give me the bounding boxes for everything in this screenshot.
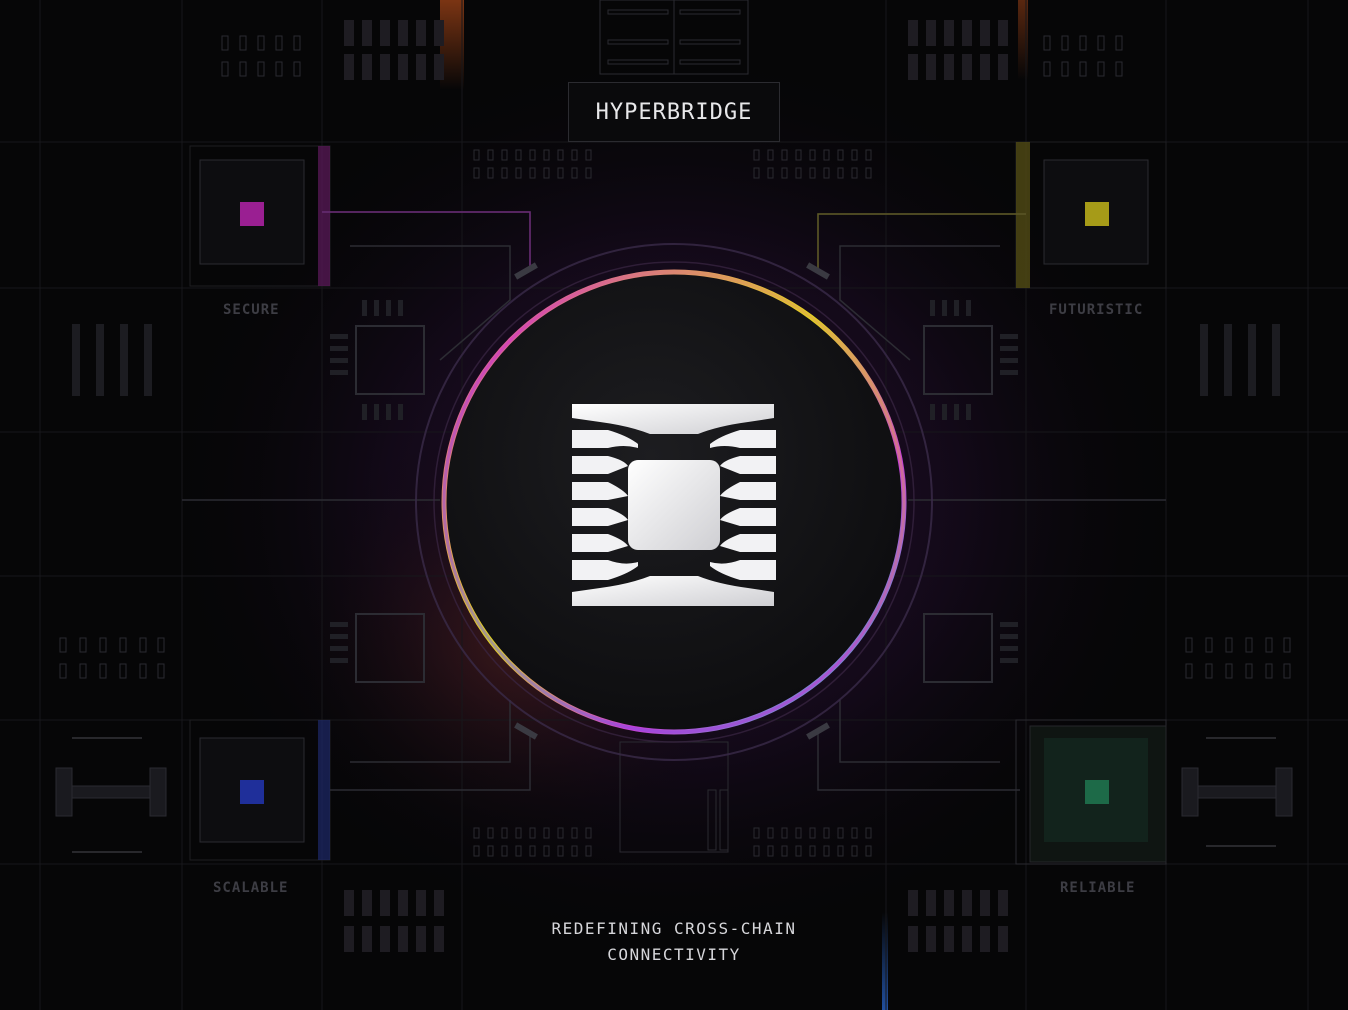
corner-square-reliable [1015,719,1167,865]
quadrant-label-reliable: RELIABLE [1060,880,1136,896]
tagline-line-2: CONNECTIVITY [607,945,741,964]
brand-title: HYPERBRIDGE [568,82,780,142]
quadrant-label-scalable: SCALABLE [213,880,289,896]
quadrant-label-futuristic: FUTURISTIC [1049,302,1144,318]
quadrant-label-secure: SECURE [223,302,280,318]
hero-canvas: HYPERBRIDGE SECURE FUTURISTIC SCALABLE R… [0,0,1348,1010]
tagline: REDEFINING CROSS-CHAIN CONNECTIVITY [474,916,874,968]
hyperbridge-chip-icon [572,404,776,606]
brand-title-text: HYPERBRIDGE [595,99,753,125]
tagline-line-1: REDEFINING CROSS-CHAIN [551,919,797,938]
